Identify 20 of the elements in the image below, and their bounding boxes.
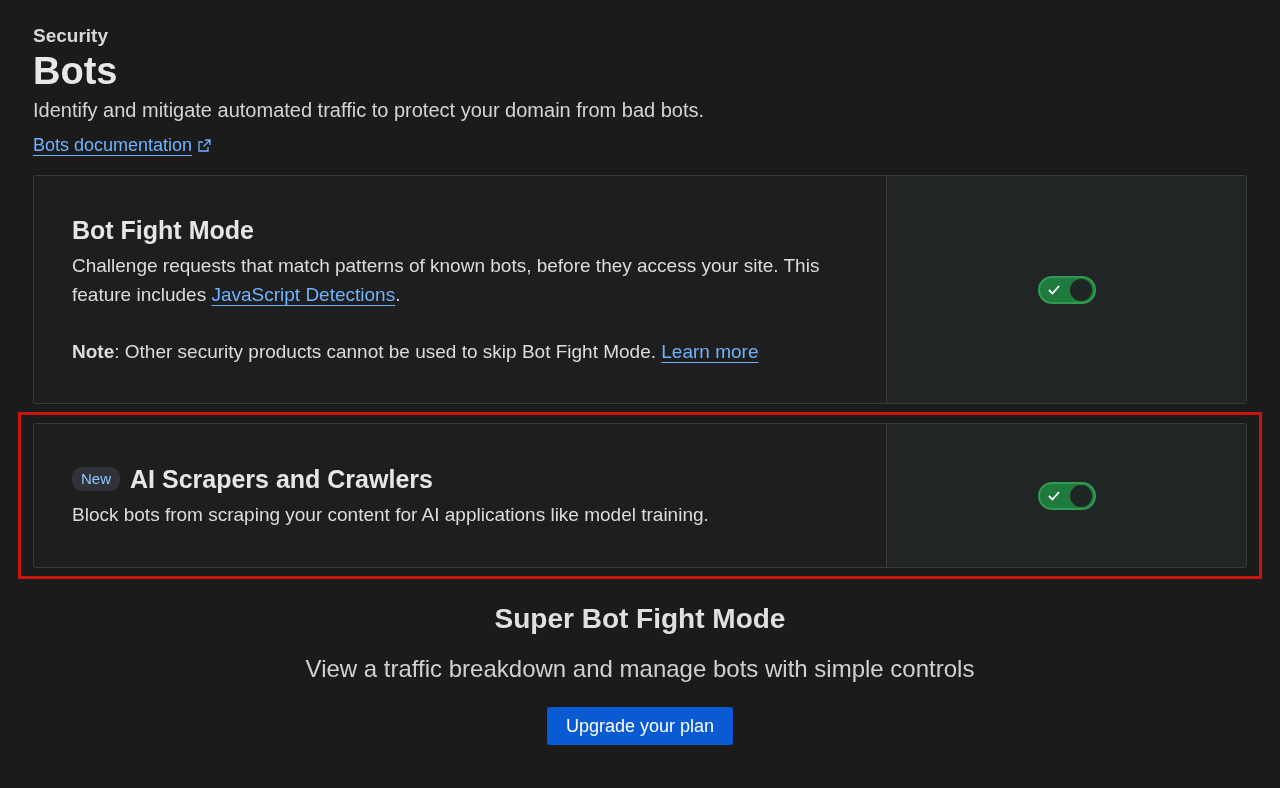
external-link-icon — [198, 139, 212, 152]
toggle-switch[interactable] — [1037, 275, 1096, 304]
new-badge: New — [72, 466, 120, 492]
inline-link[interactable]: JavaScript Detections — [211, 284, 396, 305]
documentation-link[interactable]: Bots documentation — [33, 132, 212, 159]
toggle-switch[interactable] — [1037, 481, 1096, 510]
card-description: Block bots from scraping your content for AI applications like model training. — [72, 503, 710, 527]
inline-link[interactable]: Learn more — [661, 341, 759, 362]
upgrade-button[interactable]: Upgrade your plan — [546, 707, 734, 745]
upsell-subtitle: View a traffic breakdown and manage bots with simple controls — [305, 654, 975, 684]
card-title: AI Scrapers and Crawlers — [130, 464, 433, 495]
upsell-title: Super Bot Fight Mode — [494, 602, 786, 636]
check-icon — [1047, 284, 1060, 295]
card-description: Note: Other security products cannot be used to skip Bot Fight Mode. Learn more — [72, 340, 760, 364]
card-description: Challenge requests that match patterns of known bots, before they access your site. This feature includes JavaScript Detections. — [72, 254, 821, 307]
page-title: Bots — [33, 49, 119, 94]
check-icon — [1047, 490, 1060, 501]
page-description: Identify and mitigate automated traffic to protect your domain from bad bots. — [33, 98, 706, 123]
card-title: Bot Fight Mode — [72, 215, 254, 246]
section-label: Security — [33, 24, 109, 48]
